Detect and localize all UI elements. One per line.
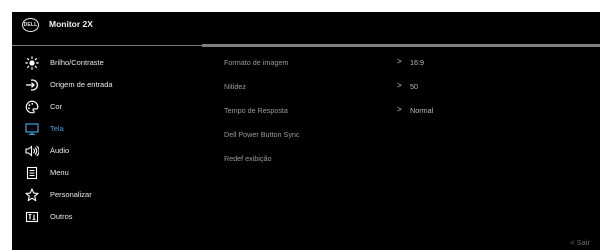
submenu-item-redef-exibicao[interactable]: Redef exibição xyxy=(224,154,272,163)
star-icon xyxy=(25,188,39,202)
submenu-item-tempo-de-resposta[interactable]: Tempo de Resposta xyxy=(224,106,288,115)
header-divider-right xyxy=(202,44,600,47)
submenu-value-formato-de-imagem: 16:9 xyxy=(410,58,424,67)
menu-item-personalizar[interactable]: Personalizar xyxy=(12,184,202,206)
menu-list-icon xyxy=(25,166,39,180)
osd-header: DELL Monitor 2X xyxy=(12,12,600,38)
header-divider-left xyxy=(12,45,202,46)
menu-item-label: Tela xyxy=(50,124,64,133)
submenu-item-dell-power-button-sync[interactable]: Dell Power Button Sync xyxy=(224,130,300,139)
chevron-right-icon: > xyxy=(397,57,402,66)
brightness-icon xyxy=(25,56,39,70)
menu-item-outros[interactable]: Outros xyxy=(12,206,202,228)
speaker-icon xyxy=(25,144,39,158)
submenu-value-nitidez: 50 xyxy=(410,82,418,91)
osd-menu: DELL Monitor 2X Brilho/Contraste Origem … xyxy=(12,12,600,250)
exit-button[interactable]: < Sair xyxy=(570,238,590,247)
menu-item-origem-de-entrada[interactable]: Origem de entrada xyxy=(12,74,202,96)
menu-item-label: Origem de entrada xyxy=(50,80,113,89)
submenu-value-tempo-de-resposta: Normal xyxy=(410,106,434,115)
submenu-item-nitidez[interactable]: Nitidez xyxy=(224,82,246,91)
dell-logo: DELL xyxy=(22,18,39,32)
menu-item-label: Personalizar xyxy=(50,190,92,199)
submenu-item-formato-de-imagem[interactable]: Formato de imagem xyxy=(224,58,288,67)
input-source-icon xyxy=(25,78,39,92)
menu-item-brilho-contraste[interactable]: Brilho/Contraste xyxy=(12,52,202,74)
others-icon xyxy=(25,210,39,224)
chevron-right-icon: > xyxy=(397,81,402,90)
chevron-right-icon: > xyxy=(397,105,402,114)
menu-item-label: Áudio xyxy=(50,146,70,155)
display-icon xyxy=(25,122,39,136)
menu-item-audio[interactable]: Áudio xyxy=(12,140,202,162)
color-palette-icon xyxy=(25,100,39,114)
menu-item-label: Outros xyxy=(50,212,73,221)
menu-item-label: Cor xyxy=(50,102,63,111)
menu-item-tela[interactable]: Tela xyxy=(12,118,202,140)
menu-item-cor[interactable]: Cor xyxy=(12,96,202,118)
monitor-title: Monitor 2X xyxy=(49,19,93,29)
menu-item-menu[interactable]: Menu xyxy=(12,162,202,184)
menu-item-label: Brilho/Contraste xyxy=(50,58,104,67)
menu-item-label: Menu xyxy=(50,168,69,177)
